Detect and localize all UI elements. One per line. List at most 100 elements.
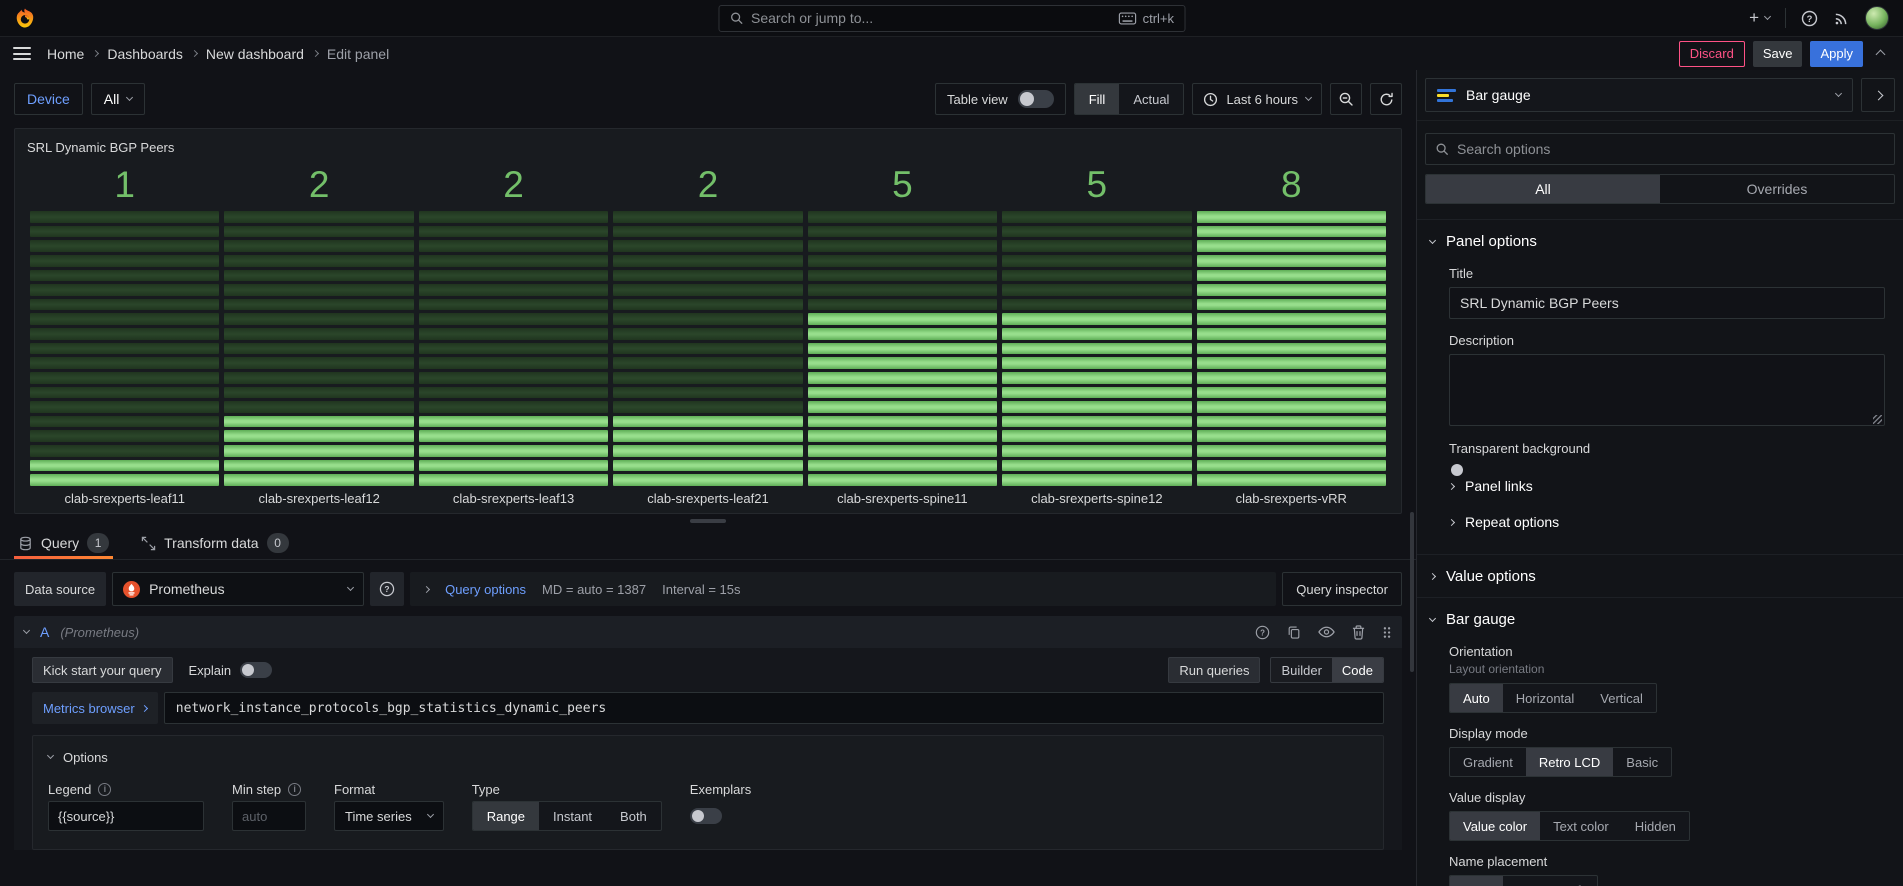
- duplicate-query-icon[interactable]: [1287, 625, 1301, 640]
- name-placement-auto[interactable]: Auto: [1450, 876, 1503, 886]
- drag-handle-icon[interactable]: [1382, 625, 1392, 640]
- database-icon: [18, 536, 33, 551]
- orientation-auto[interactable]: Auto: [1450, 684, 1503, 712]
- help-icon[interactable]: ?: [1801, 10, 1818, 27]
- min-step-input[interactable]: [232, 801, 306, 831]
- breadcrumb-home[interactable]: Home: [47, 46, 84, 62]
- new-menu-button[interactable]: +: [1749, 8, 1770, 28]
- clock-icon: [1203, 92, 1218, 107]
- builder-option[interactable]: Builder: [1271, 658, 1331, 682]
- tab-query[interactable]: Query 1: [14, 527, 113, 559]
- collapse-options-pane-button[interactable]: [1861, 78, 1895, 112]
- min-step-label: Min step: [232, 782, 281, 797]
- options-search[interactable]: [1425, 133, 1895, 165]
- news-rss-icon[interactable]: [1833, 10, 1850, 27]
- name-placement-group: Auto Top Left: [1449, 875, 1598, 886]
- options-tabs: All Overrides: [1425, 174, 1895, 204]
- delete-query-trash-icon[interactable]: [1352, 625, 1365, 640]
- value-display-value-color[interactable]: Value color: [1450, 812, 1540, 840]
- grafana-logo[interactable]: [14, 7, 36, 29]
- display-mode-retro-lcd[interactable]: Retro LCD: [1526, 748, 1613, 776]
- promql-expression-input[interactable]: network_instance_protocols_bgp_statistic…: [164, 692, 1384, 724]
- code-option[interactable]: Code: [1332, 658, 1383, 682]
- lcd-cell: [1197, 313, 1386, 325]
- collapse-query-icon[interactable]: [23, 627, 30, 634]
- lcd-cell: [1002, 430, 1191, 442]
- display-mode-gradient[interactable]: Gradient: [1450, 748, 1526, 776]
- options-search-input[interactable]: [1457, 141, 1885, 157]
- variable-device-label[interactable]: Device: [14, 83, 83, 115]
- save-button[interactable]: Save: [1753, 41, 1803, 67]
- table-view-toggle[interactable]: [1018, 90, 1054, 108]
- repeat-options-collapsible[interactable]: Repeat options: [1449, 504, 1885, 540]
- bar-gauge-panel[interactable]: SRL Dynamic BGP Peers 1clab-srexperts-le…: [14, 128, 1402, 514]
- tab-transform-data[interactable]: Transform data 0: [137, 527, 292, 559]
- datasource-picker[interactable]: Prometheus: [112, 572, 364, 606]
- type-instant-option[interactable]: Instant: [539, 802, 606, 830]
- name-placement-top[interactable]: Top: [1503, 876, 1550, 886]
- lcd-cell: [613, 211, 802, 223]
- hide-query-eye-icon[interactable]: [1318, 626, 1335, 638]
- discard-button[interactable]: Discard: [1679, 41, 1745, 67]
- variable-device-value-dropdown[interactable]: All: [91, 83, 146, 115]
- bar-gauge-header[interactable]: Bar gauge: [1417, 598, 1903, 636]
- refresh-button[interactable]: [1370, 83, 1402, 115]
- info-icon[interactable]: i: [288, 783, 301, 796]
- orientation-horizontal[interactable]: Horizontal: [1503, 684, 1588, 712]
- exemplars-toggle[interactable]: [690, 808, 722, 824]
- lcd-cell: [419, 313, 608, 325]
- top-nav: ctrl+k + ?: [0, 0, 1903, 37]
- main-scrollbar[interactable]: [1410, 512, 1414, 672]
- value-display-text-color[interactable]: Text color: [1540, 812, 1622, 840]
- type-both-option[interactable]: Both: [606, 802, 661, 830]
- tab-overrides[interactable]: Overrides: [1660, 175, 1894, 203]
- section-bar-gauge: Bar gauge Orientation Layout orientation…: [1417, 597, 1903, 886]
- query-row-header[interactable]: A (Prometheus) ?: [14, 616, 1402, 648]
- lcd-cell: [613, 357, 802, 369]
- value-options-header[interactable]: Value options: [1417, 555, 1903, 593]
- panel-resize-handle[interactable]: [0, 514, 1416, 527]
- format-select[interactable]: Time series: [334, 801, 444, 831]
- fill-option[interactable]: Fill: [1075, 84, 1120, 114]
- lcd-cell: [1002, 474, 1191, 486]
- explain-toggle[interactable]: [240, 662, 272, 678]
- bar-gauge-column: 1clab-srexperts-leaf11: [30, 159, 219, 511]
- user-avatar[interactable]: [1865, 6, 1889, 30]
- orientation-vertical[interactable]: Vertical: [1587, 684, 1656, 712]
- info-icon[interactable]: i: [98, 783, 111, 796]
- query-help-icon[interactable]: ?: [1255, 625, 1270, 640]
- kick-start-query-button[interactable]: Kick start your query: [32, 657, 173, 683]
- query-options-collapsed[interactable]: Query options MD = auto = 1387 Interval …: [410, 572, 1276, 606]
- panel-links-collapsible[interactable]: Panel links: [1449, 468, 1885, 504]
- lcd-cell: [613, 284, 802, 296]
- tab-all[interactable]: All: [1426, 175, 1660, 203]
- collapse-header-button[interactable]: [1871, 46, 1890, 61]
- description-label: Description: [1449, 333, 1885, 348]
- resize-grip-icon[interactable]: [1873, 415, 1882, 424]
- panel-description-textarea[interactable]: [1449, 354, 1885, 426]
- query-inspector-button[interactable]: Query inspector: [1282, 572, 1402, 606]
- apply-button[interactable]: Apply: [1810, 41, 1863, 67]
- panel-options-header[interactable]: Panel options: [1417, 220, 1903, 258]
- global-search[interactable]: ctrl+k: [718, 5, 1185, 32]
- name-placement-left[interactable]: Left: [1550, 876, 1598, 886]
- bar-value-label: 2: [613, 159, 802, 211]
- chevron-down-icon: [1305, 94, 1312, 101]
- zoom-out-button[interactable]: [1330, 83, 1362, 115]
- global-search-input[interactable]: [751, 10, 1111, 26]
- visualization-picker[interactable]: Bar gauge: [1425, 78, 1853, 112]
- options-collapse-header[interactable]: Options: [48, 745, 1368, 769]
- breadcrumb-dashboards[interactable]: Dashboards: [107, 46, 183, 62]
- run-queries-button[interactable]: Run queries: [1168, 657, 1260, 683]
- panel-title-input[interactable]: [1449, 287, 1885, 319]
- display-mode-basic[interactable]: Basic: [1613, 748, 1671, 776]
- time-range-picker[interactable]: Last 6 hours: [1192, 83, 1322, 115]
- datasource-help-button[interactable]: ?: [370, 572, 404, 606]
- value-display-hidden[interactable]: Hidden: [1622, 812, 1689, 840]
- actual-option[interactable]: Actual: [1119, 84, 1183, 114]
- type-range-option[interactable]: Range: [473, 802, 539, 830]
- menu-toggle-icon[interactable]: [13, 47, 31, 60]
- legend-input[interactable]: [48, 801, 204, 831]
- metrics-browser-button[interactable]: Metrics browser: [32, 692, 158, 724]
- breadcrumb-new-dashboard[interactable]: New dashboard: [206, 46, 304, 62]
